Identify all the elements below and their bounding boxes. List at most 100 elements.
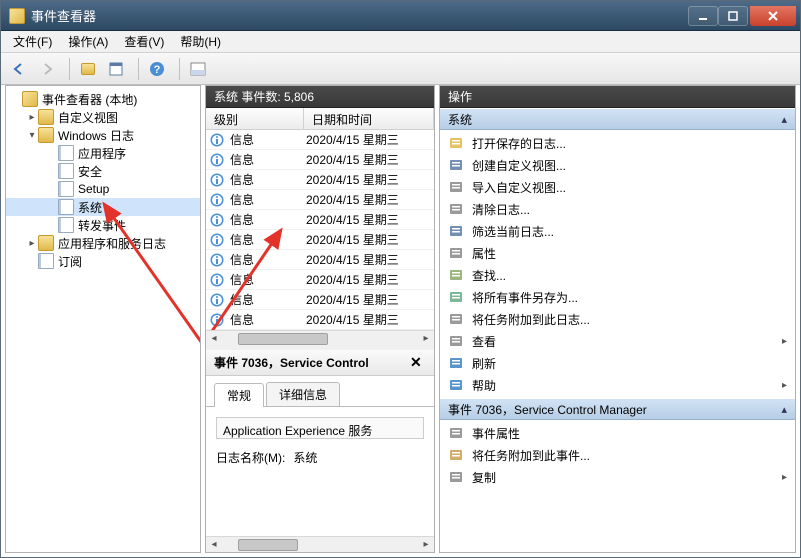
event-row[interactable]: 信息2020/4/15 星期三 [206,210,434,230]
action-filter[interactable]: 创建自定义视图... [440,154,795,176]
event-row[interactable]: 信息2020/4/15 星期三 [206,170,434,190]
maximize-button[interactable] [718,6,748,26]
scroll-thumb[interactable] [238,539,298,551]
hscrollbar[interactable]: ◂ ▸ [206,330,434,346]
actions-list-event: 事件属性将任务附加到此事件...复制▸ [440,420,795,490]
event-row[interactable]: 信息2020/4/15 星期三 [206,130,434,150]
action-evprops[interactable]: 事件属性 [440,422,795,444]
tree-item-label: 应用程序 [78,145,126,162]
detail-title: 事件 7036，Service Control [214,354,410,371]
expand-icon[interactable]: ▸ [26,112,38,123]
info-icon [206,173,228,187]
tree-root[interactable]: 事件查看器 (本地) [6,90,200,108]
tree-item-Setup[interactable]: Setup [6,180,200,198]
action-open-log[interactable]: 打开保存的日志... [440,132,795,154]
detail-header: 事件 7036，Service Control ✕ [206,350,434,376]
scroll-right-icon[interactable]: ▸ [418,537,434,553]
tab-general[interactable]: 常规 [214,383,264,407]
view-icon [448,333,464,349]
info-icon [206,253,228,267]
event-row[interactable]: 信息2020/4/15 星期三 [206,290,434,310]
show-tree-button[interactable] [76,57,100,81]
event-row[interactable]: 信息2020/4/15 星期三 [206,250,434,270]
scroll-left-icon[interactable]: ◂ [206,537,222,553]
action-view[interactable]: 查看▸ [440,330,795,352]
action-props[interactable]: 属性 [440,242,795,264]
preview-pane-button[interactable] [186,57,210,81]
expand-icon[interactable]: ▸ [26,238,38,249]
action-import[interactable]: 导入自定义视图... [440,176,795,198]
filter2-icon [448,223,464,239]
help-button[interactable]: ? [145,57,169,81]
action-clear[interactable]: 清除日志... [440,198,795,220]
tree-item-订阅[interactable]: 订阅 [6,252,200,270]
tree-body[interactable]: 事件查看器 (本地) ▸ 自定义视图▾Windows 日志应用程序安全 Setup 系… [6,86,200,552]
action-label: 复制 [472,469,496,486]
tree-item-label: 自定义视图 [58,109,118,126]
actions-header: 操作 [440,86,795,108]
folder-icon [38,127,54,143]
tree-item-label: 订阅 [58,253,82,270]
tree-pane: 事件查看器 (本地) ▸ 自定义视图▾Windows 日志应用程序安全 Setup 系… [5,85,201,553]
action-label: 属性 [472,245,496,262]
col-level[interactable]: 级别 [206,108,304,129]
event-row[interactable]: 信息2020/4/15 星期三 [206,230,434,250]
menu-help[interactable]: 帮助(H) [172,31,229,52]
svg-text:?: ? [154,64,161,76]
grid-body[interactable]: 信息2020/4/15 星期三信息2020/4/15 星期三信息2020/4/1… [206,130,434,330]
action-attach2[interactable]: 将任务附加到此事件... [440,444,795,466]
action-find[interactable]: 查找... [440,264,795,286]
scroll-right-icon[interactable]: ▸ [418,331,434,347]
properties-button[interactable] [104,57,128,81]
actions-section-event[interactable]: 事件 7036，Service Control Manager ▴ [440,398,795,420]
event-row[interactable]: 信息2020/4/15 星期三 [206,150,434,170]
action-copy[interactable]: 复制▸ [440,466,795,488]
scroll-left-icon[interactable]: ◂ [206,331,222,347]
info-icon [206,293,228,307]
event-row[interactable]: 信息2020/4/15 星期三 [206,270,434,290]
action-filter2[interactable]: 筛选当前日志... [440,220,795,242]
close-button[interactable] [750,6,796,26]
menubar: 文件(F) 操作(A) 查看(V) 帮助(H) [1,31,800,53]
action-attach[interactable]: 将任务附加到此日志... [440,308,795,330]
cell-date: 2020/4/15 星期三 [304,191,434,208]
actions-section-system[interactable]: 系统 ▴ [440,108,795,130]
tree-item-label: Setup [78,182,109,196]
minimize-button[interactable] [688,6,718,26]
tree-item-Windows 日志[interactable]: ▾Windows 日志 [6,126,200,144]
detail-close-button[interactable]: ✕ [410,354,426,371]
folder-icon [38,109,54,125]
menu-file[interactable]: 文件(F) [5,31,60,52]
action-help[interactable]: 帮助▸ [440,374,795,396]
actions-section-label: 系统 [448,111,472,128]
cell-date: 2020/4/15 星期三 [304,251,434,268]
tab-details[interactable]: 详细信息 [266,382,340,406]
tree-item-label: 系统 [78,199,102,216]
col-datetime[interactable]: 日期和时间 [304,108,434,129]
tree-item-自定义视图[interactable]: ▸ 自定义视图 [6,108,200,126]
toolbar-separator-2 [138,58,139,80]
tree-item-应用程序[interactable]: 应用程序 [6,144,200,162]
tree-item-转发事件[interactable]: 转发事件 [6,216,200,234]
nav-forward-button[interactable] [35,57,59,81]
import-icon [448,179,464,195]
menu-action[interactable]: 操作(A) [60,31,116,52]
scroll-thumb[interactable] [238,333,328,345]
filter-icon [448,157,464,173]
tree-item-系统[interactable]: 系统 [6,198,200,216]
event-row[interactable]: 信息2020/4/15 星期三 [206,310,434,330]
log-icon [38,253,54,269]
action-refresh[interactable]: 刷新 [440,352,795,374]
menu-view[interactable]: 查看(V) [116,31,172,52]
info-icon [206,193,228,207]
toolbar: ? [1,53,800,85]
chevron-right-icon: ▸ [782,336,787,347]
tree-item-安全[interactable]: 安全 [6,162,200,180]
event-row[interactable]: 信息2020/4/15 星期三 [206,190,434,210]
tree-item-应用程序和服务日志[interactable]: ▸应用程序和服务日志 [6,234,200,252]
cell-level: 信息 [228,251,304,268]
nav-back-button[interactable] [7,57,31,81]
action-saveas[interactable]: 将所有事件另存为... [440,286,795,308]
expand-icon[interactable]: ▾ [26,130,38,141]
detail-hscrollbar[interactable]: ◂ ▸ [206,536,434,552]
